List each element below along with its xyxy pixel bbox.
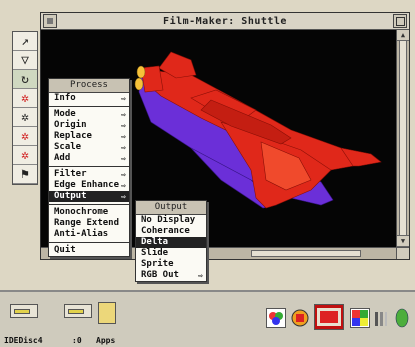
menu-item-label: Anti-Alias xyxy=(54,229,109,239)
menu-item-quit[interactable]: Quit xyxy=(49,245,129,256)
submenu-arrow-icon: ⇨ xyxy=(121,143,126,152)
menu-item-replace[interactable]: Replace ⇨ xyxy=(49,131,129,142)
window-title: Film-Maker: Shuttle xyxy=(163,15,287,27)
menu-item-mode[interactable]: Mode ⇨ xyxy=(49,109,129,120)
menu-item-monochrome[interactable]: Monochrome xyxy=(49,207,129,218)
draw-app-icon[interactable] xyxy=(290,308,310,328)
output-menu-title: Output xyxy=(136,201,206,215)
menu-item-label: Mode xyxy=(54,109,76,119)
menu-item-edge-enhance[interactable]: Edge Enhance ⇨ xyxy=(49,180,129,191)
toggle-size-icon[interactable] xyxy=(393,14,407,28)
menu-item-label: Monochrome xyxy=(54,207,109,217)
shapes-icon xyxy=(291,309,309,327)
submenu-arrow-icon: ⇨ xyxy=(121,170,126,179)
submenu-arrow-icon: ⇨ xyxy=(121,154,126,163)
output-submenu: Output No Display Coherance Delta Slide … xyxy=(135,200,207,282)
film-strip-icon xyxy=(317,308,341,326)
submenu-arrow-icon: ⇨ xyxy=(198,271,203,280)
film-maker-app-icon[interactable] xyxy=(314,304,344,330)
menu-item-label: Replace xyxy=(54,131,92,141)
submenu-arrow-icon: ⇨ xyxy=(121,110,126,119)
funnel-tool-icon[interactable]: ▽ xyxy=(13,51,37,70)
scroll-down-icon[interactable]: ▼ xyxy=(397,235,409,247)
arrow-tool-icon[interactable]: ↗ xyxy=(13,32,37,51)
flag-tool-icon[interactable]: ⚑ xyxy=(13,165,37,184)
menu-item-slide[interactable]: Slide xyxy=(136,248,206,259)
window-titlebar[interactable]: Film-Maker: Shuttle xyxy=(41,13,409,30)
star-tool-2-icon[interactable]: ✲ xyxy=(13,108,37,127)
star-tool-3-icon[interactable]: ✲ xyxy=(13,127,37,146)
menu-item-label: Origin xyxy=(54,120,87,130)
menu-item-label: Quit xyxy=(54,245,76,255)
drive-label-idedisc4: IDEDisc4 xyxy=(4,336,43,345)
apps-label: Apps xyxy=(96,336,116,345)
menu-item-scale[interactable]: Scale ⇨ xyxy=(49,142,129,153)
icon-bar: IDEDisc4 :0 Apps xyxy=(0,290,415,347)
menu-item-label: Info xyxy=(54,93,76,103)
menu-separator xyxy=(49,242,129,243)
submenu-arrow-icon: ⇨ xyxy=(121,132,126,141)
menu-item-add[interactable]: Add ⇨ xyxy=(49,153,129,164)
menu-separator xyxy=(49,106,129,107)
menu-item-output[interactable]: Output ⇨ xyxy=(49,191,129,202)
menu-item-no-display[interactable]: No Display xyxy=(136,215,206,226)
horizontal-scroll-thumb[interactable] xyxy=(251,250,361,257)
menu-item-label: Output xyxy=(54,191,87,201)
menu-item-label: Add xyxy=(54,153,71,163)
vertical-scrollbar[interactable]: ▲ ▼ xyxy=(396,30,409,247)
submenu-arrow-icon: ⇨ xyxy=(121,192,126,201)
menu-item-sprite[interactable]: Sprite xyxy=(136,259,206,270)
bars-icon xyxy=(375,312,387,326)
submenu-arrow-icon: ⇨ xyxy=(121,181,126,190)
menu-item-range-extend[interactable]: Range Extend xyxy=(49,218,129,229)
hard-disc-icon xyxy=(10,304,38,318)
leaf-icon xyxy=(395,308,409,328)
palette-app-icon[interactable] xyxy=(350,308,370,328)
menu-item-label: Filter xyxy=(54,169,87,179)
vertical-scroll-thumb[interactable] xyxy=(399,40,407,240)
grey-bars-icon[interactable] xyxy=(374,308,388,328)
floppy-disc-icon xyxy=(64,304,92,318)
tool-palette: ↗ ▽ ↻ ✲ ✲ ✲ ✲ ⚑ xyxy=(12,31,38,185)
colour-grid-icon xyxy=(352,310,368,326)
menu-item-anti-alias[interactable]: Anti-Alias xyxy=(49,229,129,240)
apps-folder-icon xyxy=(98,302,116,324)
menu-item-info[interactable]: Info ⇨ xyxy=(49,93,129,104)
menu-item-label: Scale xyxy=(54,142,82,152)
drive-label-floppy: :0 xyxy=(72,336,82,345)
rotate-tool-icon[interactable]: ↻ xyxy=(13,70,37,89)
menu-item-delta[interactable]: Delta xyxy=(136,237,206,248)
process-menu-title: Process xyxy=(49,79,129,93)
close-icon[interactable] xyxy=(43,14,57,28)
resize-handle-icon[interactable] xyxy=(396,247,409,259)
process-menu: Process Info ⇨ Mode ⇨ Origin ⇨ Replace ⇨ Sca… xyxy=(48,78,130,257)
menu-item-filter[interactable]: Filter ⇨ xyxy=(49,169,129,180)
submenu-arrow-icon: ⇨ xyxy=(121,121,126,130)
menu-item-label: RGB Out xyxy=(141,270,179,280)
star-tool-4-icon[interactable]: ✲ xyxy=(13,146,37,165)
menu-separator xyxy=(49,204,129,205)
menu-separator xyxy=(49,166,129,167)
menu-item-label: Range Extend xyxy=(54,218,120,228)
leaf-app-icon[interactable] xyxy=(392,308,412,328)
menu-item-origin[interactable]: Origin ⇨ xyxy=(49,120,129,131)
menu-item-coherance[interactable]: Coherance xyxy=(136,226,206,237)
menu-item-rgb-out[interactable]: RGB Out ⇨ xyxy=(136,270,206,281)
menu-item-label: Edge Enhance xyxy=(54,180,120,190)
color-wheel-icon xyxy=(269,312,283,325)
star-tool-1-icon[interactable]: ✲ xyxy=(13,89,37,108)
submenu-arrow-icon: ⇨ xyxy=(121,94,126,103)
paint-app-icon[interactable] xyxy=(266,308,286,328)
